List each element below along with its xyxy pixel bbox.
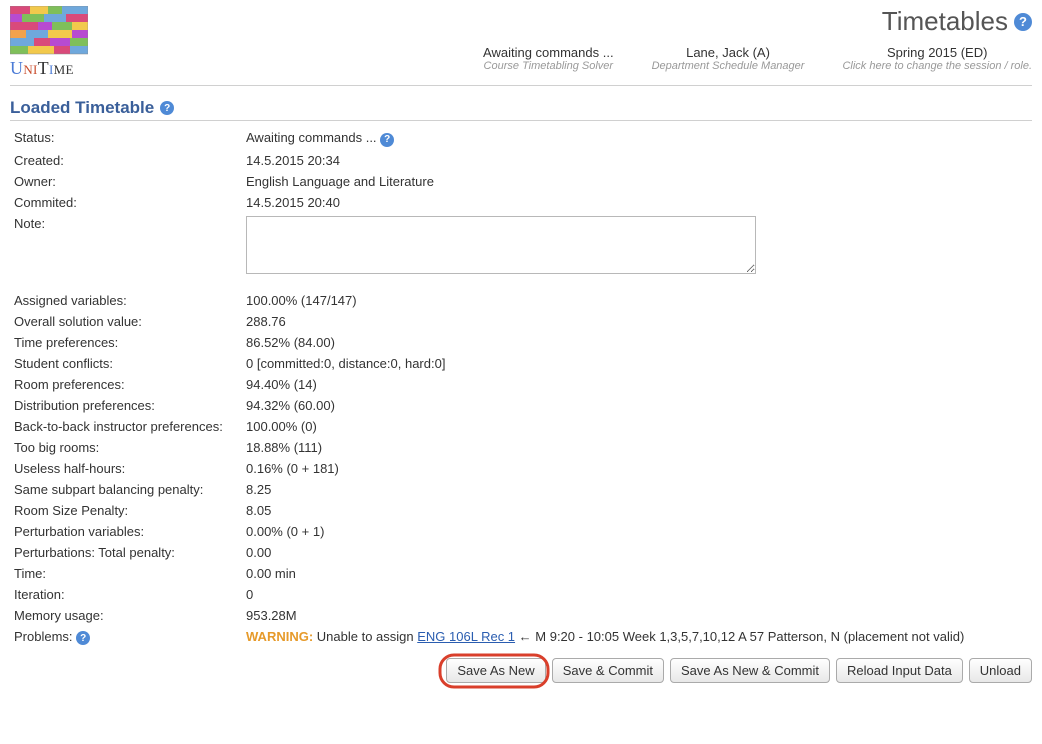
created-value: 14.5.2015 20:34 [242,150,1032,171]
top-bar: UniTime Timetables ? Awaiting commands .… [10,6,1032,86]
stuconf-label: Student conflicts: [10,353,242,374]
page-title: Timetables ? [882,6,1032,37]
unload-button[interactable]: Unload [969,658,1032,683]
roomsize-label: Room Size Penalty: [10,500,242,521]
useless-label: Useless half-hours: [10,458,242,479]
problems-label: Problems: ? [10,626,242,649]
iter-label: Iteration: [10,584,242,605]
note-label: Note: [10,213,242,280]
roomsize-value: 8.05 [242,500,1032,521]
page-title-text: Timetables [882,6,1008,37]
assigned-value: 100.00% (147/147) [242,290,1032,311]
timepref-label: Time preferences: [10,332,242,353]
time-value: 0.00 min [242,563,1032,584]
properties-table: Status: Awaiting commands ... ? Created:… [10,127,1032,648]
balance-label: Same subpart balancing penalty: [10,479,242,500]
note-input[interactable] [246,216,756,274]
save-commit-button[interactable]: Save & Commit [552,658,664,683]
timepref-value: 86.52% (84.00) [242,332,1032,353]
overall-label: Overall solution value: [10,311,242,332]
perttot-value: 0.00 [242,542,1032,563]
save-new-commit-button[interactable]: Save As New & Commit [670,658,830,683]
help-icon[interactable]: ? [76,631,90,645]
toobig-value: 18.88% (111) [242,437,1032,458]
owner-value: English Language and Literature [242,171,1032,192]
status-value: Awaiting commands ... ? [242,127,1032,150]
help-icon[interactable]: ? [160,101,174,115]
committed-value: 14.5.2015 20:40 [242,192,1032,213]
roompref-label: Room preferences: [10,374,242,395]
pertvar-value: 0.00% (0 + 1) [242,521,1032,542]
mem-value: 953.28M [242,605,1032,626]
assigned-label: Assigned variables: [10,290,242,311]
session-solver[interactable]: Awaiting commands ... Course Timetabling… [483,45,614,72]
overall-value: 288.76 [242,311,1032,332]
distpref-value: 94.32% (60.00) [242,395,1032,416]
roompref-value: 94.40% (14) [242,374,1032,395]
help-icon[interactable]: ? [1014,13,1032,31]
committed-label: Commited: [10,192,242,213]
save-as-new-highlight: Save As New [446,658,545,683]
session-term[interactable]: Spring 2015 (ED) Click here to change th… [842,45,1032,72]
balance-value: 8.25 [242,479,1032,500]
created-label: Created: [10,150,242,171]
btb-label: Back-to-back instructor preferences: [10,416,242,437]
pertvar-label: Perturbation variables: [10,521,242,542]
status-label: Status: [10,127,242,150]
logo-text: UniTime [10,58,74,79]
session-user[interactable]: Lane, Jack (A) Department Schedule Manag… [652,45,805,72]
stuconf-value: 0 [committed:0, distance:0, hard:0] [242,353,1032,374]
warning-label: WARNING: [246,629,313,644]
mem-label: Memory usage: [10,605,242,626]
logo-block: UniTime [10,6,88,79]
button-row: Save As New Save & Commit Save As New & … [10,658,1032,683]
owner-label: Owner: [10,171,242,192]
problem-link[interactable]: ENG 106L Rec 1 [417,629,515,644]
save-as-new-button[interactable]: Save As New [446,658,545,683]
logo-icon [10,6,88,56]
problems-value: WARNING: Unable to assign ENG 106L Rec 1… [242,626,1032,649]
toobig-label: Too big rooms: [10,437,242,458]
session-strip: Awaiting commands ... Course Timetabling… [483,45,1032,72]
btb-value: 100.00% (0) [242,416,1032,437]
distpref-label: Distribution preferences: [10,395,242,416]
perttot-label: Perturbations: Total penalty: [10,542,242,563]
section-title: Loaded Timetable [10,98,154,118]
reload-button[interactable]: Reload Input Data [836,658,963,683]
iter-value: 0 [242,584,1032,605]
section-header: Loaded Timetable ? [10,98,1032,121]
help-icon[interactable]: ? [380,133,394,147]
time-label: Time: [10,563,242,584]
useless-value: 0.16% (0 + 181) [242,458,1032,479]
